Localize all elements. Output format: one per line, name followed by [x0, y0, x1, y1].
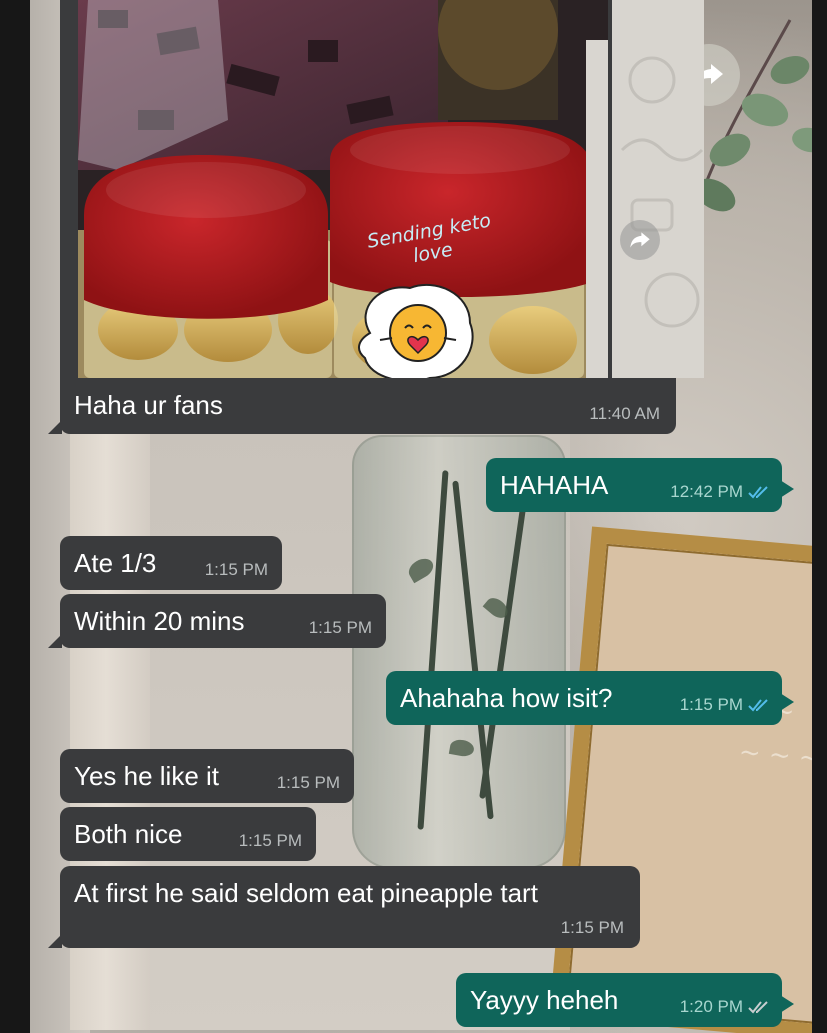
bubble-tail	[48, 934, 62, 948]
message-time: 1:15 PM	[276, 773, 340, 792]
chat-screen: ~ ~~ ~ ~	[30, 0, 812, 1033]
message-time: 11:40 AM	[589, 404, 660, 423]
bubble-tail	[48, 420, 62, 434]
message-text: Ahahaha how isit?	[400, 683, 613, 713]
message-text: Within 20 mins	[74, 606, 245, 636]
photo-caption: Haha ur fans	[74, 390, 223, 420]
photo-message[interactable]: Sending keto love Haha ur fans 11:40 AM	[48, 0, 704, 434]
message-time: 12:42 PM	[670, 482, 770, 502]
outgoing-message[interactable]: Yayyy heheh 1:20 PM	[456, 973, 794, 1027]
adjacent-photo-strip	[612, 0, 704, 378]
message-time: 1:15 PM	[560, 918, 624, 937]
message-text: HAHAHA	[500, 470, 609, 500]
bubble-tail	[48, 634, 62, 648]
message-text: Both nice	[74, 819, 183, 849]
incoming-message[interactable]: At first he said seldom eat pineapple ta…	[48, 866, 640, 948]
forward-button[interactable]	[620, 220, 660, 260]
double-check-icon	[748, 486, 768, 499]
outgoing-message[interactable]: Ahahaha how isit? 1:15 PM	[386, 671, 794, 725]
double-check-icon	[748, 699, 768, 712]
message-text: At first he said seldom eat pineapple ta…	[74, 878, 538, 908]
fried-egg-heart-sticker	[358, 283, 474, 378]
message-time: 1:15 PM	[680, 695, 770, 715]
message-time: 1:15 PM	[308, 618, 372, 637]
outgoing-message[interactable]: HAHAHA 12:42 PM	[486, 458, 794, 512]
message-text: Yes he like it	[74, 761, 220, 791]
bubble-tail	[780, 995, 794, 1013]
incoming-message[interactable]: Ate 1/3 1:15 PM	[60, 536, 282, 590]
bubble-tail	[780, 693, 794, 711]
incoming-message[interactable]: Yes he like it 1:15 PM	[60, 749, 354, 803]
message-time: 1:15 PM	[204, 560, 268, 579]
bubble-tail	[780, 480, 794, 498]
incoming-message[interactable]: Within 20 mins 1:15 PM	[48, 594, 386, 648]
pineapple-tart-jars-image	[78, 0, 608, 378]
shared-photo[interactable]: Sending keto love	[78, 0, 608, 378]
forward-arrow-icon	[630, 232, 650, 248]
message-time: 1:20 PM	[680, 997, 770, 1017]
wallpaper-picture-frame: ~ ~~ ~ ~	[549, 526, 812, 1033]
incoming-message[interactable]: Both nice 1:15 PM	[60, 807, 316, 861]
double-check-icon	[748, 1001, 768, 1014]
message-time: 1:15 PM	[238, 831, 302, 850]
message-text: Yayyy heheh	[470, 985, 619, 1015]
message-text: Ate 1/3	[74, 548, 157, 578]
